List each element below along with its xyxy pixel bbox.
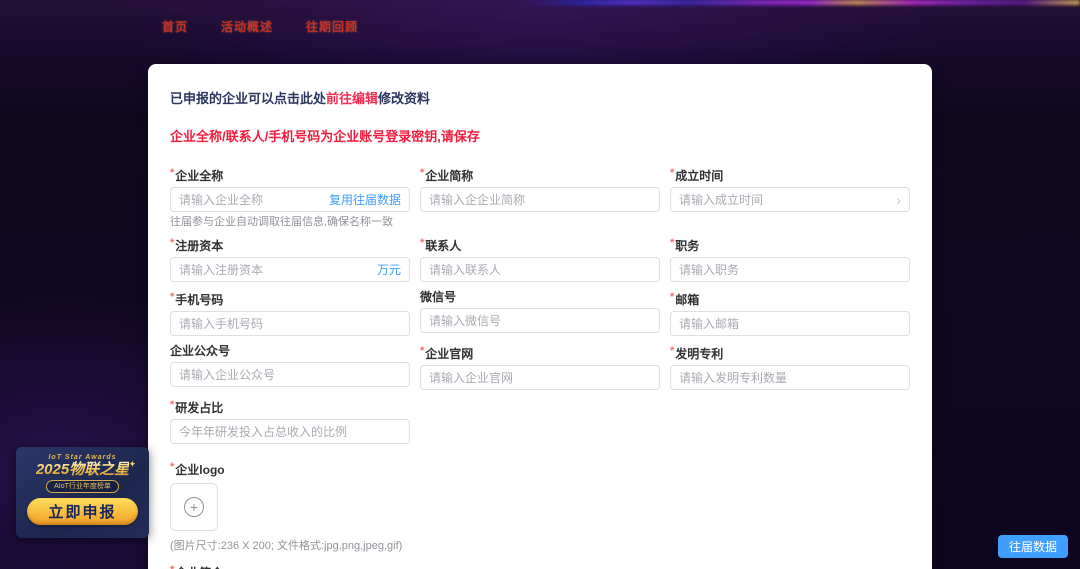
field-founding-date: 成立时间 › xyxy=(670,166,910,228)
job-title-input[interactable] xyxy=(679,263,901,277)
badge-pill-label: AIoT行业年度榜单 xyxy=(46,480,119,493)
field-label: 成立时间 xyxy=(670,166,910,183)
award-apply-badge[interactable]: IoT Star Awards 2025物联之星✦ AIoT行业年度榜单 立即申… xyxy=(16,447,149,538)
field-email: 邮箱 xyxy=(670,290,910,336)
company-logo-label: 企业logo xyxy=(170,460,910,477)
field-label: 联系人 xyxy=(420,236,660,253)
badge-title: 2025物联之星✦ xyxy=(36,461,129,478)
field-company-website: 企业官网 xyxy=(420,344,660,390)
invention-patents-input[interactable] xyxy=(679,371,901,385)
field-registered-capital: 注册资本 万元 xyxy=(170,236,410,282)
company-website-input[interactable] xyxy=(429,371,651,385)
badge-title-text: 2025物联之星 xyxy=(36,461,129,478)
edit-notice-suffix: 修改资料 xyxy=(378,91,430,106)
field-label: 手机号码 xyxy=(170,290,410,307)
nav-item-past-review[interactable]: 往期回顾 xyxy=(306,18,358,35)
field-company-short-name: 企业简称 xyxy=(420,166,660,228)
company-intro-label: 企业简介 xyxy=(170,563,910,569)
field-invention-patents: 发明专利 xyxy=(670,344,910,390)
application-form-card: 已申报的企业可以点击此处前往编辑修改资料 企业全称/联系人/手机号码为企业账号登… xyxy=(148,64,932,569)
reuse-past-data-link[interactable]: 复用往届数据 xyxy=(329,191,401,208)
field-company-full-name: 企业全称 复用往届数据 往届参与企业自动调取往届信息,确保名称一致 xyxy=(170,166,410,228)
rd-ratio-input[interactable] xyxy=(179,425,401,439)
apply-now-button[interactable]: 立即申报 xyxy=(27,498,138,525)
field-job-title: 职务 xyxy=(670,236,910,282)
field-mobile-number: 手机号码 xyxy=(170,290,410,336)
mobile-number-input[interactable] xyxy=(179,317,401,331)
past-data-button[interactable]: 往届数据 xyxy=(998,535,1068,558)
email-input[interactable] xyxy=(679,317,901,331)
chevron-right-icon: › xyxy=(896,193,901,207)
contact-person-input[interactable] xyxy=(429,263,651,277)
go-edit-link[interactable]: 前往编辑 xyxy=(326,91,378,106)
field-label: 企业公众号 xyxy=(170,344,410,358)
field-helper-text: 往届参与企业自动调取往届信息,确保名称一致 xyxy=(170,216,410,228)
founding-date-picker[interactable]: › xyxy=(670,187,910,212)
field-wechat-id: 微信号 xyxy=(420,290,660,336)
registered-capital-input[interactable] xyxy=(179,263,377,277)
logo-upload-box[interactable]: + xyxy=(170,483,218,531)
plus-icon: + xyxy=(184,497,204,517)
nav-item-home[interactable]: 首页 xyxy=(162,18,188,35)
unit-label: 万元 xyxy=(377,261,401,278)
top-navigation: 首页 活动概述 往期回顾 xyxy=(0,0,1080,53)
wechat-id-input[interactable] xyxy=(429,314,651,328)
field-label: 邮箱 xyxy=(670,290,910,307)
field-label: 企业简称 xyxy=(420,166,660,183)
founding-date-input[interactable] xyxy=(679,193,896,207)
field-contact-person: 联系人 xyxy=(420,236,660,282)
edit-notice: 已申报的企业可以点击此处前往编辑修改资料 xyxy=(170,88,910,107)
field-official-account: 企业公众号 xyxy=(170,344,410,390)
field-label: 微信号 xyxy=(420,290,660,304)
company-short-name-input[interactable] xyxy=(429,193,651,207)
field-label: 研发占比 xyxy=(170,398,410,415)
field-label: 发明专利 xyxy=(670,344,910,361)
star-icon: ✦ xyxy=(129,456,137,473)
edit-notice-prefix: 已申报的企业可以点击此处 xyxy=(170,91,326,106)
nav-item-overview[interactable]: 活动概述 xyxy=(221,18,273,35)
field-rd-ratio: 研发占比 xyxy=(170,398,410,444)
form-grid: 企业全称 复用往届数据 往届参与企业自动调取往届信息,确保名称一致 企业简称 成… xyxy=(170,166,910,452)
login-key-warning: 企业全称/联系人/手机号码为企业账号登录密钥,请保存 xyxy=(170,126,910,145)
field-label: 注册资本 xyxy=(170,236,410,253)
logo-upload-note: (图片尺寸:236 X 200; 文件格式:jpg,png,jpeg,gif) xyxy=(170,537,910,553)
badge-subtitle-en: IoT Star Awards xyxy=(48,454,116,461)
field-label: 企业全称 xyxy=(170,166,410,183)
field-label: 企业官网 xyxy=(420,344,660,361)
official-account-input[interactable] xyxy=(179,368,401,382)
company-full-name-input[interactable] xyxy=(179,193,329,207)
field-label: 职务 xyxy=(670,236,910,253)
